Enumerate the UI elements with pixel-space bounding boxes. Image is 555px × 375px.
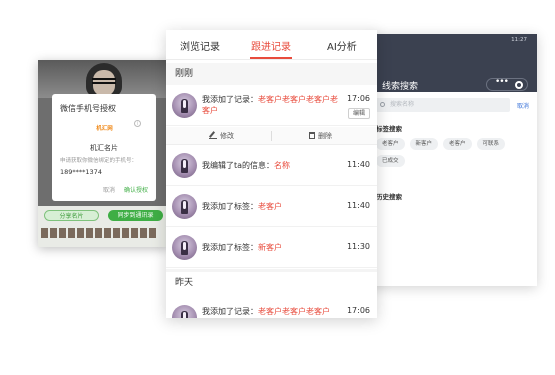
visitor-thumbnail bbox=[68, 228, 75, 238]
card-bottom-bar: 分享名片 同步到通讯录 bbox=[38, 206, 169, 247]
visitor-thumbnail bbox=[41, 228, 48, 238]
search-icon bbox=[380, 102, 385, 107]
visitor-thumbnail bbox=[131, 228, 138, 238]
masked-phone-number: 189****1374 bbox=[60, 168, 102, 176]
close-target-icon[interactable] bbox=[515, 81, 523, 89]
confirm-auth-button[interactable]: 确认授权 bbox=[124, 185, 148, 194]
record-row[interactable]: 我添加了标签：新客户 11:30 bbox=[166, 228, 377, 268]
record-action-bar: 修改 删除 bbox=[166, 127, 377, 145]
page-title: 线索搜索 bbox=[382, 82, 419, 92]
active-tab-indicator bbox=[250, 57, 292, 59]
pencil-icon bbox=[209, 131, 217, 139]
search-row: 搜索名称 取消 bbox=[366, 94, 537, 118]
tab-ai-analysis[interactable]: AI分析 bbox=[327, 38, 357, 53]
tag-chip[interactable]: 老客户 bbox=[443, 138, 472, 150]
cancel-button[interactable]: 取消 bbox=[103, 185, 115, 194]
record-time: 11:40 bbox=[346, 160, 370, 169]
tag-chip[interactable]: 已成交 bbox=[376, 155, 405, 167]
action-divider bbox=[271, 131, 272, 141]
tags-heading: 标签搜索 bbox=[376, 125, 402, 133]
visitor-thumbnail bbox=[86, 228, 93, 238]
tab-browse-history[interactable]: 浏览记录 bbox=[180, 38, 220, 53]
record-text: 我添加了标签：老客户 bbox=[202, 202, 282, 211]
dialog-title: 微信手机号授权 bbox=[60, 104, 116, 113]
visitor-thumbnail bbox=[149, 228, 156, 238]
record-row[interactable]: 我添加了记录：老客户老客户老客户老客户 17:06 编辑 bbox=[166, 86, 377, 126]
auth-description: 申请获取你微信绑定的手机号： bbox=[60, 158, 138, 164]
record-text: 我编辑了ta的信息：名称 bbox=[202, 161, 291, 170]
visitor-thumbnail bbox=[113, 228, 120, 238]
tab-bar: 浏览记录 跟进记录 AI分析 bbox=[166, 30, 377, 60]
visitor-thumbnail bbox=[104, 228, 111, 238]
phone-auth-dialog: 微信手机号授权 机汇网 i 机汇名片 申请获取你微信绑定的手机号： 189***… bbox=[52, 94, 156, 201]
delete-button[interactable]: 删除 bbox=[309, 130, 332, 142]
tag-chip[interactable]: 老客户 bbox=[376, 138, 405, 150]
visitor-thumbnail bbox=[140, 228, 147, 238]
tag-chip[interactable]: 可联系 bbox=[476, 138, 506, 150]
tag-chip[interactable]: 新客户 bbox=[409, 138, 439, 150]
record-row[interactable]: 我添加了标签：老客户 11:40 bbox=[166, 187, 377, 227]
record-text: 我添加了标签：新客户 bbox=[202, 243, 282, 252]
profile-photo bbox=[38, 60, 169, 98]
more-icon[interactable]: ••• bbox=[495, 77, 509, 87]
tab-follow-up[interactable]: 跟进记录 bbox=[251, 38, 291, 53]
record-time: 17:06 bbox=[346, 94, 370, 103]
info-icon[interactable]: i bbox=[134, 120, 141, 127]
group-header-yesterday: 昨天 bbox=[166, 272, 377, 294]
visitor-thumbnails bbox=[41, 228, 156, 238]
modify-button[interactable]: 修改 bbox=[209, 130, 234, 142]
avatar bbox=[172, 235, 197, 260]
avatar bbox=[172, 194, 197, 219]
group-header-just-now: 刚刚 bbox=[166, 63, 377, 85]
share-card-button[interactable]: 分享名片 bbox=[44, 210, 99, 221]
visitor-thumbnail bbox=[95, 228, 102, 238]
record-text: 我添加了记录：老客户老客户老客户 bbox=[202, 307, 330, 316]
stage: 分享名片 同步到通讯录 微信手机号授权 机汇网 i 机汇名片 申请获取你微信绑定… bbox=[0, 0, 555, 375]
record-row[interactable]: 我编辑了ta的信息：名称 11:40 bbox=[166, 146, 377, 186]
visitor-thumbnail bbox=[50, 228, 57, 238]
record-highlight: 新客户 bbox=[258, 243, 282, 252]
record-time: 17:06 bbox=[346, 306, 370, 315]
app-name: 机汇名片 bbox=[90, 144, 118, 152]
center-phone-screen: 浏览记录 跟进记录 AI分析 刚刚 我添加了记录：老客户老客户老客户老客户 17… bbox=[166, 30, 377, 318]
search-cancel-button[interactable]: 取消 bbox=[517, 101, 529, 110]
record-highlight: 老客户 bbox=[258, 202, 282, 211]
record-time: 11:40 bbox=[346, 201, 370, 210]
record-row[interactable]: 我添加了记录：老客户老客户老客户 17:06 bbox=[166, 298, 377, 318]
right-phone-screen: 11:27 ••• 线索搜索 搜索名称 取消 标签搜索 老客户 新客户 老客户 … bbox=[366, 34, 537, 286]
record-text: 我添加了记录：老客户老客户老客户老客户 bbox=[202, 95, 338, 115]
record-highlight: 老客户老客户老客户 bbox=[258, 307, 330, 316]
record-time: 11:30 bbox=[346, 242, 370, 251]
status-bar: 11:27 bbox=[366, 34, 537, 74]
avatar bbox=[172, 93, 197, 118]
trash-icon bbox=[309, 132, 315, 139]
status-time: 11:27 bbox=[511, 37, 527, 43]
search-placeholder: 搜索名称 bbox=[390, 101, 415, 108]
tag-list: 老客户 新客户 老客户 可联系 已成交 bbox=[376, 138, 534, 167]
edit-badge[interactable]: 编辑 bbox=[348, 108, 370, 119]
search-input[interactable]: 搜索名称 bbox=[376, 98, 510, 112]
record-highlight: 名称 bbox=[274, 161, 291, 170]
app-logo: 机汇网 bbox=[96, 126, 113, 132]
avatar bbox=[172, 153, 197, 178]
visitor-thumbnail bbox=[77, 228, 84, 238]
sync-contacts-button[interactable]: 同步到通讯录 bbox=[108, 210, 163, 221]
visitor-thumbnail bbox=[59, 228, 66, 238]
mini-program-capsule[interactable]: ••• bbox=[486, 77, 528, 91]
left-phone-screen: 分享名片 同步到通讯录 微信手机号授权 机汇网 i 机汇名片 申请获取你微信绑定… bbox=[38, 60, 169, 247]
avatar bbox=[172, 305, 197, 318]
visitor-thumbnail bbox=[122, 228, 129, 238]
history-heading: 历史搜索 bbox=[376, 193, 402, 201]
